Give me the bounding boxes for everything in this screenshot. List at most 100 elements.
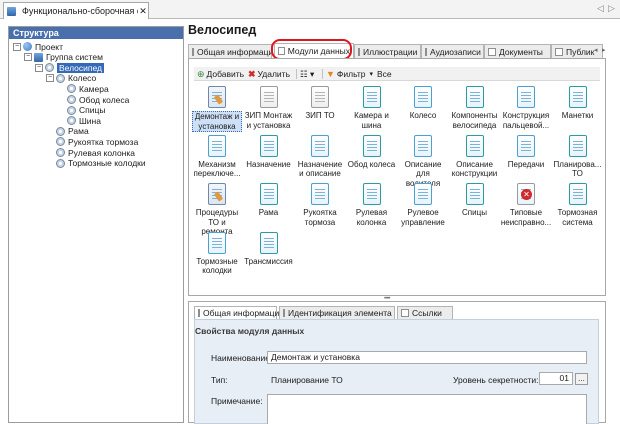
type-label: Тип: [211,375,228,385]
tree-item[interactable]: − Проект [13,41,63,52]
tab-scroll-left-icon[interactable]: ◂ [594,46,598,54]
node-icon [67,84,76,94]
delete-button-label: Удалить [257,69,290,79]
tree-item-label: Колесо [68,73,97,84]
data-module-item[interactable]: Описание конструкции [450,134,500,179]
tree-collapse-icon[interactable]: − [24,53,32,62]
project-icon [23,42,32,51]
data-module-item[interactable]: Камера и шина [347,86,397,130]
tree-item[interactable]: Шина [57,115,101,126]
data-module-item[interactable]: Обод колеса [347,134,397,170]
tab-audio[interactable]: Аудиозаписи [421,44,484,58]
tab-icon [401,309,409,317]
tab-icon [555,47,563,56]
close-icon[interactable]: ✕ [138,6,148,17]
tree-item[interactable]: Рулевая колонка [46,147,135,158]
document-icon [414,134,432,157]
document-icon [259,183,278,205]
modules-toolbar: ⊕ Добавить ✖ Удалить ☷ ▾ ▼ Фильтр ▾ Все [194,67,600,81]
document-icon [465,134,484,157]
data-module-item[interactable]: Механизм переключе... [192,134,242,179]
delete-button[interactable]: ✖ Удалить [248,68,290,80]
tree-item[interactable]: − Велосипед [35,62,104,73]
node-icon [56,73,65,83]
tree-item[interactable]: − Группа систем [24,52,103,63]
note-label: Примечание: [211,396,263,406]
data-module-label: Манетки [561,111,594,120]
tree-collapse-icon[interactable]: − [46,74,54,83]
tree-item[interactable]: Рукоятка тормоза [46,136,138,147]
document-tab[interactable]: Функционально-сборочная с ✕ [3,2,149,19]
data-module-item[interactable]: Тормозные колодки [192,231,242,276]
data-module-label: Тормозные колодки [196,256,238,276]
data-module-item[interactable]: Компоненты велосипеда [450,86,500,130]
filter-dropdown[interactable]: ▼ Фильтр ▾ Все [326,68,392,80]
data-module-item[interactable]: ЗИП Монтаж и установка [244,86,294,130]
tool-document-icon [208,183,226,205]
details-panel: Общая информация Идентификация элемента Сс… [188,301,606,424]
tree-item[interactable]: Обод колеса [57,94,129,105]
data-module-item[interactable]: Назначение [244,134,294,170]
tab-general-info[interactable]: Общая информация [188,44,272,58]
security-browse-button[interactable]: ... [575,373,588,385]
tree-collapse-icon[interactable]: − [13,42,21,51]
nav-right-icon[interactable]: ▷ [608,3,615,14]
highlight-oval [271,39,352,60]
data-module-item[interactable]: Назначение и описание [295,134,345,179]
view-mode-button[interactable]: ☷ ▾ [300,68,314,80]
name-field[interactable]: Демонтаж и установка [267,351,587,364]
tree-item-label: Рама [68,126,89,137]
tab-scroll-right-icon[interactable]: ▸ [602,46,606,54]
document-icon [414,86,432,108]
data-module-item[interactable]: Тормозная система [553,183,603,227]
tree-item[interactable]: Тормозные колодки [46,158,146,169]
data-module-item[interactable]: Рулевое управление [398,183,448,227]
data-module-item[interactable]: Планирова... ТО [553,134,603,179]
tree-item[interactable]: Спицы [57,105,105,116]
tab-illustrations[interactable]: Иллюстрации [354,44,421,58]
tab-label: Иллюстрации [363,46,418,57]
tree-item[interactable]: Камера [57,83,109,94]
data-module-item[interactable]: Спицы [450,183,500,218]
data-module-label: Конструкция пальцевой... [502,111,550,130]
node-icon [67,105,76,115]
data-module-item[interactable]: Типовые неисправно... [501,183,551,227]
data-module-item[interactable]: Колесо [398,86,448,121]
tree-item-label: Обод колеса [79,94,130,105]
note-field[interactable] [267,394,587,424]
data-module-item[interactable]: ЗИП ТО [295,86,345,121]
document-icon [517,134,535,157]
data-module-item[interactable]: Передачи [501,134,551,170]
data-module-item[interactable]: Рулевая колонка [347,183,397,227]
filter-value: Все [377,69,392,79]
group-icon [34,52,43,62]
document-icon [568,86,587,108]
add-button[interactable]: ⊕ Добавить [197,68,244,80]
tab-element-links[interactable]: Ссылки [397,306,453,319]
tree-item[interactable]: Рама [46,126,89,137]
filter-icon: ▼ [326,69,335,79]
tab-element-identification[interactable]: Идентификация элемента [279,306,395,319]
document-tab-title: Функционально-сборочная с [22,6,138,16]
nav-left-icon[interactable]: ◁ [597,3,604,14]
data-module-item[interactable]: Конструкция пальцевой... [501,86,551,130]
tree-item[interactable]: − Колесо [46,73,96,84]
data-module-item[interactable]: Описание для водителя [398,134,448,189]
document-icon [414,183,432,205]
structure-header: Структура [9,27,183,39]
security-field[interactable]: 01 [539,372,573,385]
document-icon [362,86,381,108]
tab-element-general-info[interactable]: Общая информация [194,306,284,319]
data-module-item[interactable]: Трансмиссия [244,231,294,267]
data-module-item[interactable]: Манетки [553,86,603,121]
data-module-item[interactable]: Процедуры ТО и ремонта [192,183,242,237]
tree-item-label: Рулевая колонка [68,147,135,158]
data-module-item[interactable]: Рама [244,183,294,218]
data-module-item[interactable]: Рукоятка тормоза [295,183,345,227]
tree-collapse-icon[interactable]: − [35,63,43,72]
tree-item-label: Велосипед [57,62,104,73]
name-label: Наименование: [211,353,273,363]
data-module-item[interactable]: Демонтаж и установка [192,86,242,132]
tab-documents[interactable]: Документы [484,44,551,58]
document-icon [362,134,381,157]
